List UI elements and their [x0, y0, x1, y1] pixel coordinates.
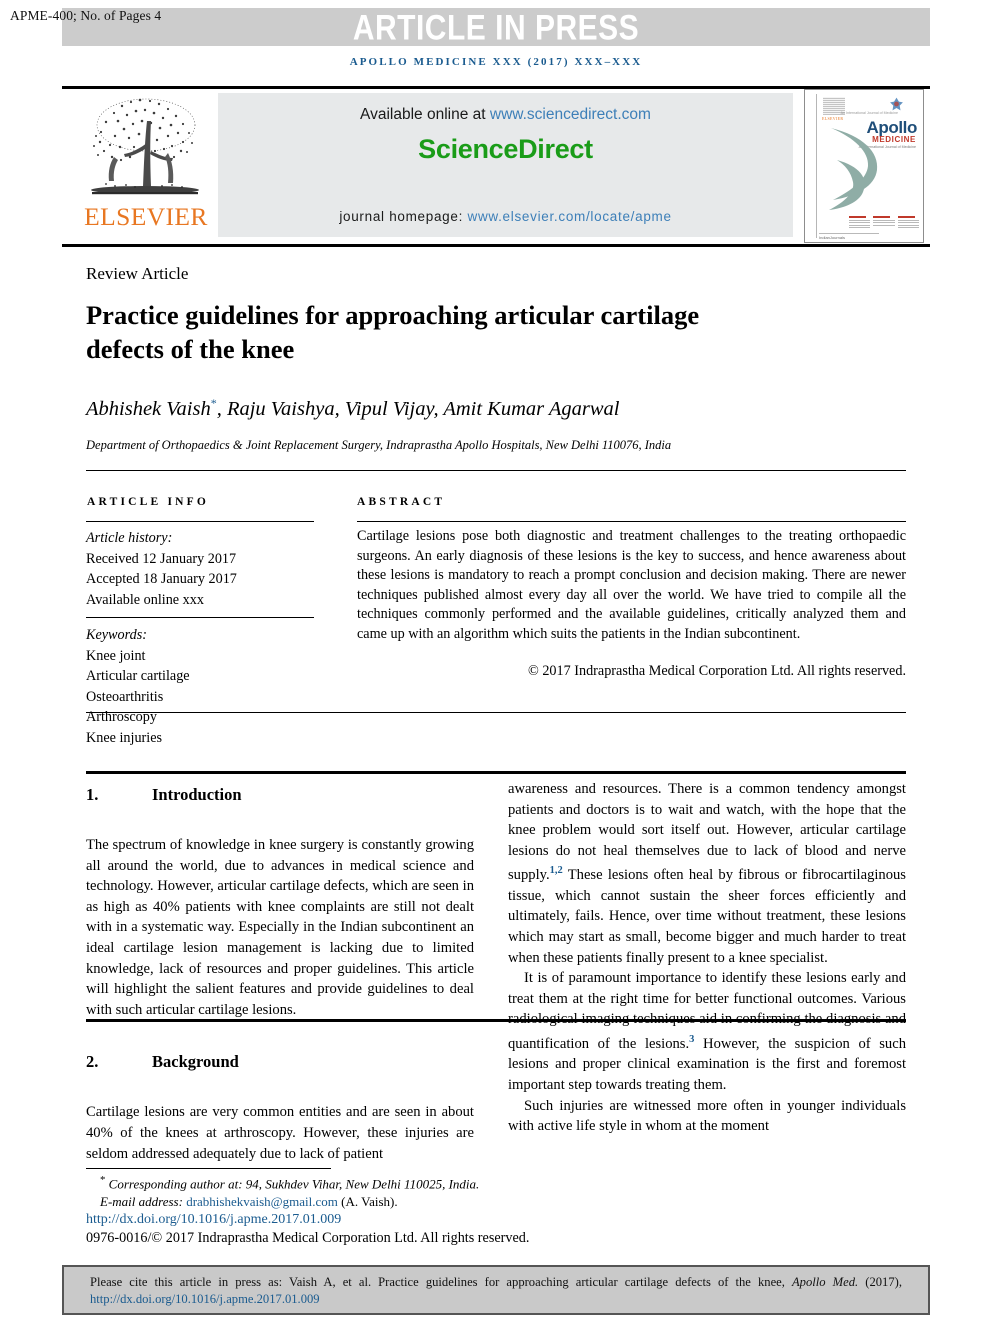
sciencedirect-panel: Available online at www.sciencedirect.co… [218, 93, 793, 237]
intro-paragraph: The spectrum of knowledge in knee surger… [86, 837, 474, 1018]
cover-toc-columns [849, 216, 919, 234]
article-page: ARTICLE IN PRESS APME-400; No. of Pages … [0, 0, 992, 1323]
section-title: Background [152, 1052, 239, 1072]
background-paragraph-continued: awareness and resources. There is a comm… [508, 779, 906, 968]
journal-homepage-line: journal homepage: www.elsevier.com/locat… [218, 209, 793, 224]
cover-apollo-mark-icon [890, 97, 903, 111]
email-label: E-mail address: [100, 1193, 187, 1209]
info-heading-rule [86, 521, 314, 522]
author-rest: , Raju Vaishya, Vipul Vijay, Amit Kumar … [216, 397, 620, 420]
article-in-press-banner: ARTICLE IN PRESS [62, 8, 930, 48]
keyword-item: Knee joint [86, 647, 146, 664]
corresponding-author-note: * Corresponding author at: 94, Sukhdev V… [86, 1172, 506, 1193]
journal-cover-thumbnail: ELSEVIER An International Journal of Med… [804, 89, 924, 243]
elsevier-logo: ELSEVIER [84, 91, 209, 241]
paragraph-younger-individuals: Such injuries are witnessed more often i… [508, 1097, 906, 1135]
please-cite-text: Please cite this article in press as: Va… [90, 1274, 902, 1308]
abstract-copyright: © 2017 Indraprastha Medical Corporation … [528, 663, 906, 679]
abstract-text: Cartilage lesions pose both diagnostic a… [357, 528, 906, 642]
footnote-star-marker: * [100, 1174, 106, 1186]
article-history-label: Article history: [86, 530, 173, 546]
available-online-line: Available online at www.sciencedirect.co… [218, 106, 793, 124]
cover-footer-note: IndianJournals [819, 235, 846, 240]
email-link[interactable]: drabhishekvaish@gmail.com [186, 1194, 338, 1209]
email-note: E-mail address: drabhishekvaish@gmail.co… [86, 1193, 506, 1211]
journal-homepage-prefix: journal homepage: [339, 209, 468, 224]
article-history-item: Received 12 January 2017 [86, 550, 237, 567]
cite-year: (2017), [858, 1275, 902, 1289]
issn-copyright-line: 0976-0016/© 2017 Indraprastha Medical Co… [86, 1229, 530, 1246]
citation-ref-1-2[interactable]: 1,2 [550, 865, 563, 876]
available-online-prefix: Available online at [360, 106, 490, 123]
article-in-press-label: ARTICLE IN PRESS [352, 9, 640, 48]
footnote-rule [86, 1168, 331, 1169]
masthead: ELSEVIER Available online at www.science… [62, 89, 930, 244]
keyword-item: Articular cartilage [86, 668, 190, 684]
cover-swoosh-graphic [829, 128, 878, 210]
footnote-block: * Corresponding author at: 94, Sukhdev V… [86, 1172, 530, 1247]
corresponding-author-text: Corresponding author at: 94, Sukhdev Vih… [108, 1176, 480, 1192]
abstract-heading: ABSTRACT [357, 496, 446, 508]
masthead-bottom-rule [62, 244, 930, 247]
section-title: Introduction [152, 785, 242, 804]
cover-tiny-label: An International Journal of Medicine [840, 111, 898, 115]
author-first: Abhishek Vaish [86, 397, 211, 420]
page-info-label: APME-400; No. of Pages 4 [10, 8, 162, 23]
body-column-left: 1. Introduction The spectrum of knowledge… [86, 785, 474, 1164]
sciencedirect-wordmark: ScienceDirect [418, 134, 593, 164]
body-column-right: awareness and resources. There is a comm… [508, 779, 906, 1137]
doi-link[interactable]: http://dx.doi.org/10.1016/j.apme.2017.01… [86, 1211, 506, 1229]
background-paragraph-part1: Cartilage lesions are very common entiti… [86, 1104, 474, 1162]
keyword-item: Arthroscopy [86, 709, 157, 725]
cite-doi-link[interactable]: http://dx.doi.org/10.1016/j.apme.2017.01… [90, 1292, 320, 1306]
article-history-block: Article history: Received 12 January 201… [86, 528, 326, 610]
keywords-label: Keywords: [86, 627, 147, 643]
journal-homepage-link[interactable]: www.elsevier.com/locate/apme [468, 209, 672, 224]
elsevier-wordmark: ELSEVIER [84, 204, 208, 231]
cover-elsevier-wordmark: ELSEVIER [822, 116, 844, 121]
author-list: Abhishek Vaish*, Raju Vaishya, Vipul Vij… [86, 396, 886, 421]
section-number: 2. [86, 1052, 99, 1072]
keyword-item: Osteoarthritis [86, 688, 164, 705]
article-info-heading: ARTICLE INFO [87, 496, 210, 508]
keywords-rule [86, 617, 314, 618]
section-heading-background: 2. Background [86, 1052, 474, 1072]
sciencedirect-link[interactable]: www.sciencedirect.com [490, 106, 651, 123]
section-heading-introduction: 1. Introduction [86, 785, 474, 805]
author-affiliation: Department of Orthopaedics & Joint Repla… [86, 438, 672, 452]
article-history-item: Accepted 18 January 2017 [86, 571, 237, 587]
section-number: 1. [86, 785, 99, 804]
email-owner: (A. Vaish). [337, 1193, 398, 1209]
elsevier-tree-icon [91, 98, 199, 195]
keyword-item: Knee injuries [86, 729, 163, 746]
please-cite-box: Please cite this article in press as: Va… [62, 1265, 930, 1315]
abstract-heading-rule [357, 521, 906, 522]
cite-journal-name: Apollo Med. [791, 1275, 859, 1289]
divider-above-info [86, 470, 906, 471]
background-text-b: These lesions often heal by fibrous or f… [508, 867, 906, 966]
page-title: Practice guidelines for approaching arti… [86, 300, 700, 364]
article-history-item: Available online xxx [86, 591, 204, 608]
divider-above-body [86, 771, 906, 774]
paragraph-identify-lesions: It is of paramount importance to identif… [508, 968, 906, 1095]
journal-citation-line: APOLLO MEDICINE XXX (2017) XXX–XXX [349, 56, 643, 68]
keywords-block: Keywords: Knee joint Articular cartilage… [86, 625, 326, 748]
article-type-label: Review Article [86, 264, 189, 283]
cite-prefix: Please cite this article in press as: Va… [90, 1275, 792, 1289]
